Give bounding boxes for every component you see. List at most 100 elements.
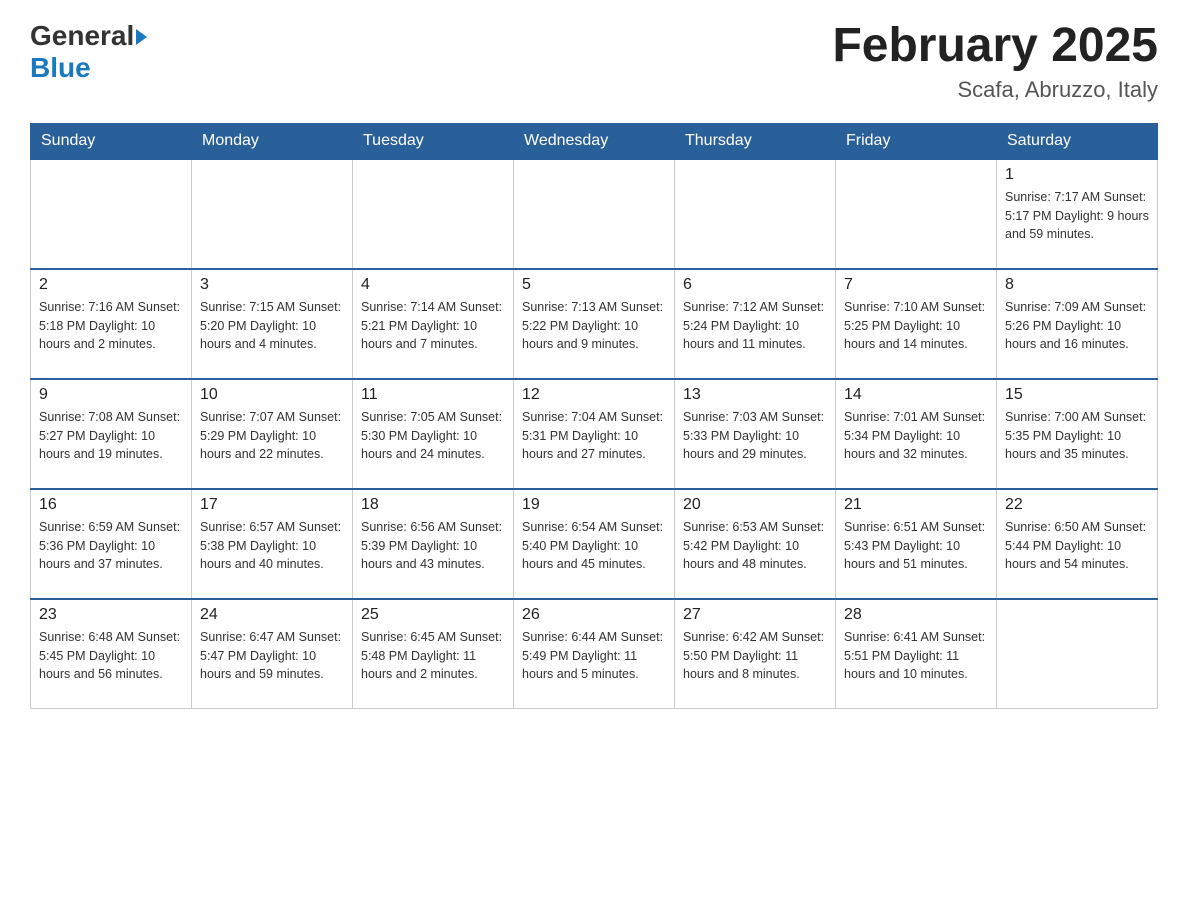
day-number: 20 [683,496,827,514]
calendar-cell: 7Sunrise: 7:10 AM Sunset: 5:25 PM Daylig… [836,269,997,379]
calendar-table: SundayMondayTuesdayWednesdayThursdayFrid… [30,123,1158,710]
day-info: Sunrise: 7:10 AM Sunset: 5:25 PM Dayligh… [844,298,988,354]
calendar-cell: 13Sunrise: 7:03 AM Sunset: 5:33 PM Dayli… [675,379,836,489]
calendar-title: February 2025 [832,20,1158,73]
calendar-cell: 16 Sunrise: 6:59 AM Sunset: 5:36 PM Dayli… [31,489,192,599]
day-info: Sunrise: 6:42 AM Sunset: 5:50 PM Dayligh… [683,628,827,684]
calendar-cell: 6 Sunrise: 7:12 AM Sunset: 5:24 PM Daylig… [675,269,836,379]
calendar-day-header: Saturday [997,123,1158,159]
day-number: 25 [361,606,505,624]
logo-arrow-icon [136,29,147,45]
week-row: 9 Sunrise: 7:08 AM Sunset: 5:27 PM Daylig… [31,379,1158,489]
day-number: 19 [522,496,666,514]
calendar-cell: 21Sunrise: 6:51 AM Sunset: 5:43 PM Dayli… [836,489,997,599]
calendar-cell: 17Sunrise: 6:57 AM Sunset: 5:38 PM Dayli… [192,489,353,599]
calendar-cell: 4Sunrise: 7:14 AM Sunset: 5:21 PM Daylig… [353,269,514,379]
calendar-cell: 20 Sunrise: 6:53 AM Sunset: 5:42 PM Dayli… [675,489,836,599]
day-number: 3 [200,276,344,294]
day-number: 2 [39,276,183,294]
calendar-cell: 25Sunrise: 6:45 AM Sunset: 5:48 PM Dayli… [353,599,514,709]
day-number: 5 [522,276,666,294]
calendar-day-header: Wednesday [514,123,675,159]
day-number: 23 [39,606,183,624]
week-row: 2 Sunrise: 7:16 AM Sunset: 5:18 PM Daylig… [31,269,1158,379]
day-number: 18 [361,496,505,514]
day-number: 6 [683,276,827,294]
day-number: 12 [522,386,666,404]
calendar-cell [192,159,353,269]
day-info: Sunrise: 6:48 AM Sunset: 5:45 PM Dayligh… [39,628,183,684]
day-info: Sunrise: 6:53 AM Sunset: 5:42 PM Dayligh… [683,518,827,574]
day-number: 28 [844,606,988,624]
calendar-cell: 18 Sunrise: 6:56 AM Sunset: 5:39 PM Dayli… [353,489,514,599]
day-info: Sunrise: 6:50 AM Sunset: 5:44 PM Dayligh… [1005,518,1149,574]
logo-blue-text: Blue [30,52,91,84]
day-info: Sunrise: 7:01 AM Sunset: 5:34 PM Dayligh… [844,408,988,464]
day-number: 26 [522,606,666,624]
day-number: 9 [39,386,183,404]
calendar-day-header: Sunday [31,123,192,159]
calendar-cell [353,159,514,269]
day-info: Sunrise: 7:14 AM Sunset: 5:21 PM Dayligh… [361,298,505,354]
calendar-cell: 3 Sunrise: 7:15 AM Sunset: 5:20 PM Daylig… [192,269,353,379]
calendar-cell [836,159,997,269]
day-info: Sunrise: 6:56 AM Sunset: 5:39 PM Dayligh… [361,518,505,574]
day-info: Sunrise: 7:16 AM Sunset: 5:18 PM Dayligh… [39,298,183,354]
calendar-cell: 26 Sunrise: 6:44 AM Sunset: 5:49 PM Dayli… [514,599,675,709]
calendar-cell [31,159,192,269]
week-row: 23 Sunrise: 6:48 AM Sunset: 5:45 PM Dayli… [31,599,1158,709]
day-info: Sunrise: 7:17 AM Sunset: 5:17 PM Dayligh… [1005,188,1149,244]
calendar-day-header: Tuesday [353,123,514,159]
day-number: 27 [683,606,827,624]
day-number: 16 [39,496,183,514]
day-info: Sunrise: 7:12 AM Sunset: 5:24 PM Dayligh… [683,298,827,354]
calendar-cell: 24Sunrise: 6:47 AM Sunset: 5:47 PM Dayli… [192,599,353,709]
calendar-cell: 14 Sunrise: 7:01 AM Sunset: 5:34 PM Dayli… [836,379,997,489]
calendar-cell: 15 Sunrise: 7:00 AM Sunset: 5:35 PM Dayli… [997,379,1158,489]
day-info: Sunrise: 7:04 AM Sunset: 5:31 PM Dayligh… [522,408,666,464]
calendar-cell: 23 Sunrise: 6:48 AM Sunset: 5:45 PM Dayli… [31,599,192,709]
day-number: 22 [1005,496,1149,514]
calendar-cell: 5 Sunrise: 7:13 AM Sunset: 5:22 PM Daylig… [514,269,675,379]
calendar-cell: 22 Sunrise: 6:50 AM Sunset: 5:44 PM Dayli… [997,489,1158,599]
day-info: Sunrise: 6:51 AM Sunset: 5:43 PM Dayligh… [844,518,988,574]
day-info: Sunrise: 6:44 AM Sunset: 5:49 PM Dayligh… [522,628,666,684]
day-info: Sunrise: 6:41 AM Sunset: 5:51 PM Dayligh… [844,628,988,684]
day-info: Sunrise: 6:59 AM Sunset: 5:36 PM Dayligh… [39,518,183,574]
day-info: Sunrise: 7:15 AM Sunset: 5:20 PM Dayligh… [200,298,344,354]
day-info: Sunrise: 7:00 AM Sunset: 5:35 PM Dayligh… [1005,408,1149,464]
calendar-cell: 12 Sunrise: 7:04 AM Sunset: 5:31 PM Dayli… [514,379,675,489]
day-info: Sunrise: 7:13 AM Sunset: 5:22 PM Dayligh… [522,298,666,354]
calendar-cell: 10 Sunrise: 7:07 AM Sunset: 5:29 PM Dayli… [192,379,353,489]
calendar-cell [675,159,836,269]
calendar-cell: 11Sunrise: 7:05 AM Sunset: 5:30 PM Dayli… [353,379,514,489]
day-number: 24 [200,606,344,624]
calendar-subtitle: Scafa, Abruzzo, Italy [832,77,1158,103]
day-number: 1 [1005,166,1149,184]
day-info: Sunrise: 7:05 AM Sunset: 5:30 PM Dayligh… [361,408,505,464]
logo-general-text: General [30,20,134,52]
calendar-cell: 28 Sunrise: 6:41 AM Sunset: 5:51 PM Dayli… [836,599,997,709]
day-info: Sunrise: 7:09 AM Sunset: 5:26 PM Dayligh… [1005,298,1149,354]
week-row: 16 Sunrise: 6:59 AM Sunset: 5:36 PM Dayli… [31,489,1158,599]
calendar-cell: 2 Sunrise: 7:16 AM Sunset: 5:18 PM Daylig… [31,269,192,379]
week-row: 1 Sunrise: 7:17 AM Sunset: 5:17 PM Daylig… [31,159,1158,269]
logo: General Blue [30,20,147,84]
calendar-header-row: SundayMondayTuesdayWednesdayThursdayFrid… [31,123,1158,159]
day-number: 8 [1005,276,1149,294]
calendar-day-header: Thursday [675,123,836,159]
calendar-cell: 27 Sunrise: 6:42 AM Sunset: 5:50 PM Dayli… [675,599,836,709]
day-info: Sunrise: 7:08 AM Sunset: 5:27 PM Dayligh… [39,408,183,464]
calendar-cell: 8 Sunrise: 7:09 AM Sunset: 5:26 PM Daylig… [997,269,1158,379]
day-info: Sunrise: 7:07 AM Sunset: 5:29 PM Dayligh… [200,408,344,464]
day-info: Sunrise: 7:03 AM Sunset: 5:33 PM Dayligh… [683,408,827,464]
day-number: 17 [200,496,344,514]
calendar-cell: 9 Sunrise: 7:08 AM Sunset: 5:27 PM Daylig… [31,379,192,489]
day-number: 14 [844,386,988,404]
day-number: 10 [200,386,344,404]
day-info: Sunrise: 6:54 AM Sunset: 5:40 PM Dayligh… [522,518,666,574]
calendar-day-header: Monday [192,123,353,159]
calendar-cell: 19 Sunrise: 6:54 AM Sunset: 5:40 PM Dayli… [514,489,675,599]
day-number: 15 [1005,386,1149,404]
calendar-day-header: Friday [836,123,997,159]
